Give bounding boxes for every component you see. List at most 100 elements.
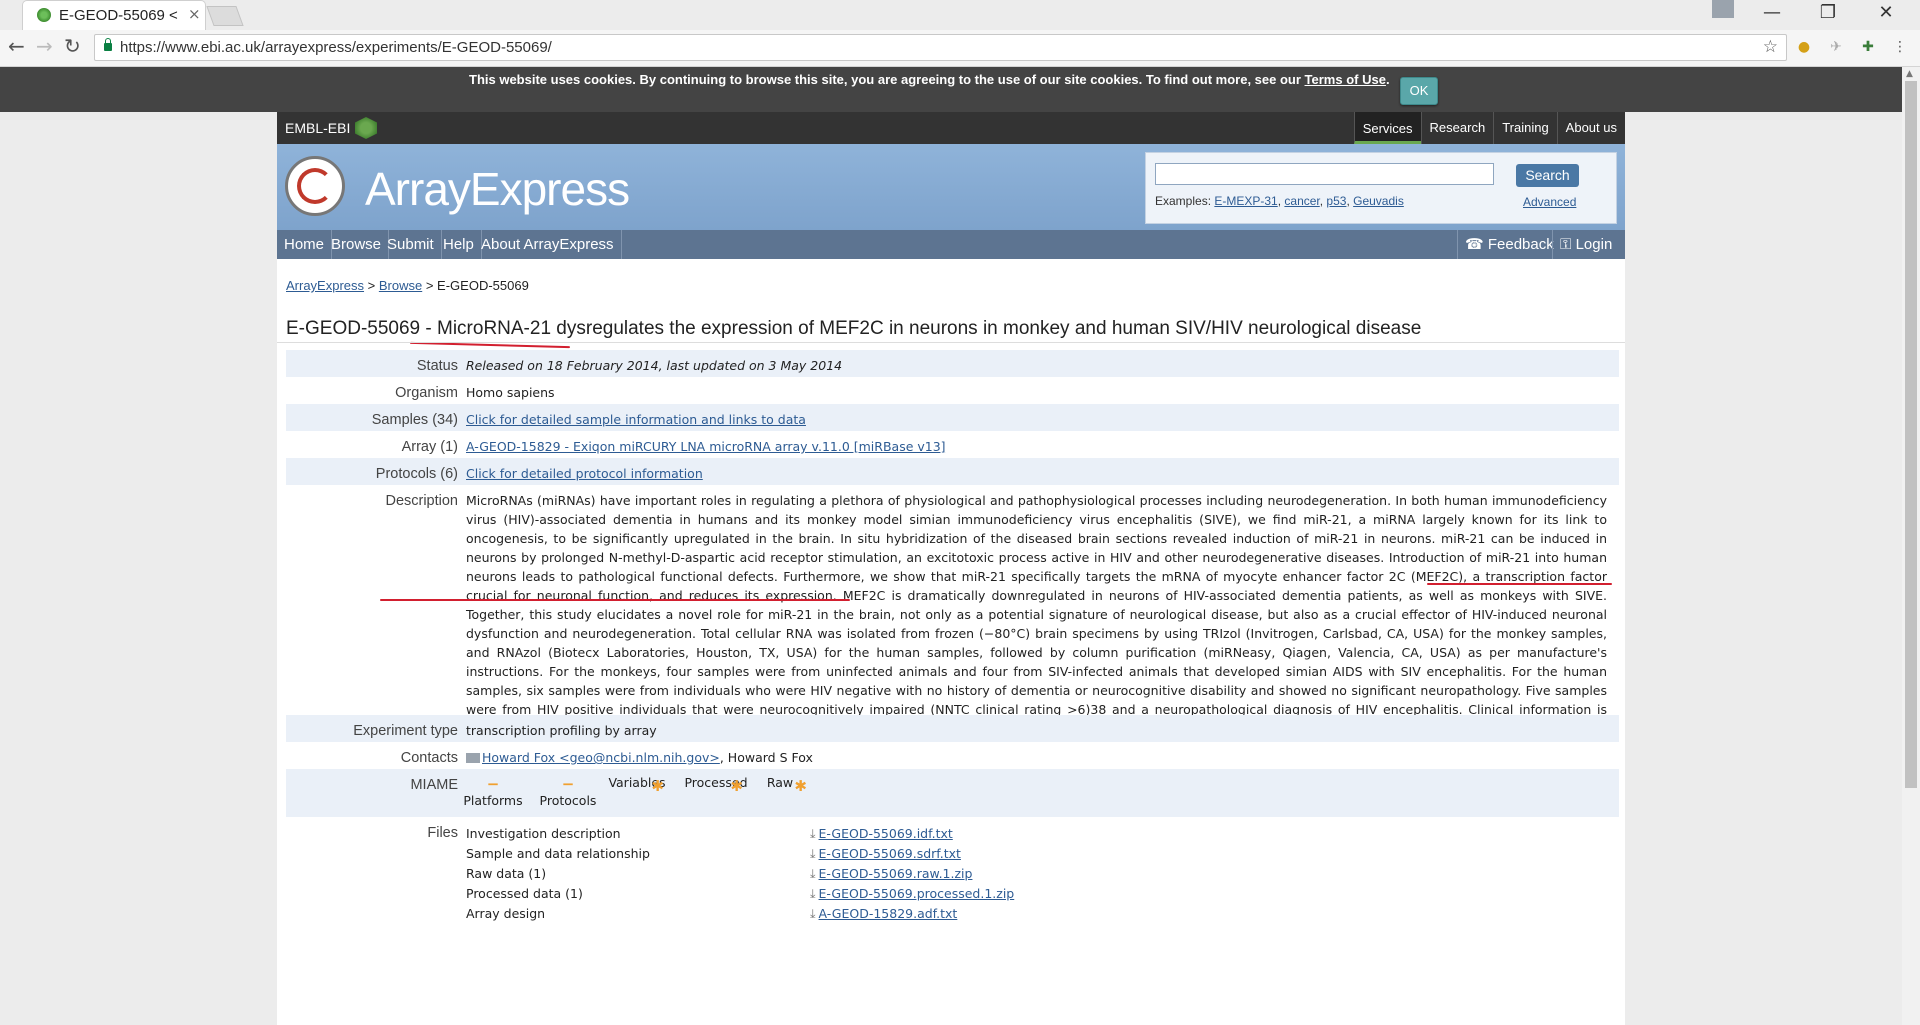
breadcrumb-browse[interactable]: Browse	[379, 278, 422, 293]
profile-icon[interactable]	[1712, 0, 1734, 18]
embl-nav-research[interactable]: Research	[1420, 112, 1494, 144]
miame-minus-icon: −	[486, 775, 500, 793]
breadcrumb-arrayexpress[interactable]: ArrayExpress	[286, 278, 364, 293]
detail-row-status: Status Released on 18 February 2014, las…	[286, 350, 1619, 377]
samples-link[interactable]: Click for detailed sample information an…	[466, 412, 806, 427]
browser-tab-active[interactable]: E-GEOD-55069 < ×	[22, 0, 206, 30]
example-link[interactable]: Geuvadis	[1353, 194, 1404, 208]
array-link[interactable]: A-GEOD-15829 - Exiqon miRCURY LNA microR…	[466, 439, 946, 454]
cookie-message: This website uses cookies. By continuing…	[469, 72, 1305, 87]
browser-tab-strip: E-GEOD-55069 < × — ❐ ✕	[0, 0, 1920, 30]
experiment-type-value: transcription profiling by array	[466, 723, 657, 738]
miame-star-icon: ✱	[730, 777, 743, 795]
detail-row-organism: Organism Homo sapiens	[286, 377, 1619, 404]
nav-about-arrayexpress[interactable]: About ArrayExpress	[474, 230, 622, 259]
search-button[interactable]: Search	[1516, 164, 1579, 187]
search-input[interactable]	[1155, 163, 1494, 185]
extension-icon[interactable]: ✚	[1859, 38, 1877, 56]
address-bar[interactable]: https://www.ebi.ac.uk/arrayexpress/exper…	[94, 34, 1787, 61]
description-label: Description	[385, 493, 458, 509]
file-label: Raw data (1)	[466, 866, 547, 881]
miame-star-icon: ✱	[794, 777, 807, 795]
status-label: Status	[416, 358, 458, 374]
arrayexpress-header: ArrayExpress Search Examples: E-MEXP-31,…	[277, 144, 1625, 230]
breadcrumb-separator: >	[422, 278, 438, 293]
embl-nav-about[interactable]: About us	[1556, 112, 1625, 144]
vertical-scrollbar[interactable]: ▲	[1902, 67, 1920, 1025]
file-label: Array design	[466, 906, 546, 921]
window-close-icon[interactable]: ✕	[1866, 2, 1906, 23]
scroll-up-icon[interactable]: ▲	[1906, 69, 1913, 79]
tab-title: E-GEOD-55069 <	[59, 7, 178, 24]
contact-email-link[interactable]: Howard Fox <geo@ncbi.nlm.nih.gov>	[482, 750, 720, 765]
mail-icon	[466, 753, 480, 763]
extension-icon[interactable]: ✈	[1827, 38, 1845, 56]
file-label: Investigation description	[466, 826, 621, 841]
file-row: Sample and data relationship E-GEOD-5506…	[466, 846, 1166, 866]
file-download-link[interactable]: E-GEOD-55069.idf.txt	[810, 826, 953, 842]
reload-icon[interactable]: ↻	[64, 34, 81, 58]
contact-name: , Howard S Fox	[719, 750, 813, 765]
file-row: Investigation description E-GEOD-55069.i…	[466, 826, 1166, 846]
extension-icon[interactable]: ●	[1795, 38, 1813, 56]
file-download-link[interactable]: E-GEOD-55069.processed.1.zip	[810, 886, 1015, 902]
back-arrow-icon[interactable]: ←	[8, 34, 25, 58]
annotation-underline	[1427, 583, 1612, 585]
miame-processed: ✱ Processed	[681, 775, 751, 795]
array-label: Array (1)	[401, 439, 458, 455]
samples-label: Samples (34)	[371, 412, 458, 428]
cookie-suffix: .	[1385, 72, 1390, 87]
file-download-link[interactable]: E-GEOD-55069.sdrf.txt	[810, 846, 961, 862]
file-download-link[interactable]: A-GEOD-15829.adf.txt	[810, 906, 958, 922]
file-row: Array design A-GEOD-15829.adf.txt	[466, 906, 1166, 926]
forward-arrow-icon[interactable]: →	[36, 34, 53, 58]
examples-label: Examples:	[1155, 194, 1215, 208]
protocols-label: Protocols (6)	[375, 466, 458, 482]
page-title: E-GEOD-55069 - MicroRNA-21 dysregulates …	[286, 318, 1422, 339]
protocols-link[interactable]: Click for detailed protocol information	[466, 466, 703, 481]
local-nav: Home Browse Submit Help About ArrayExpre…	[277, 230, 1625, 259]
feedback-icon: ☎	[1465, 236, 1488, 253]
example-link[interactable]: p53	[1326, 194, 1346, 208]
lock-icon	[104, 38, 112, 51]
nav-submit[interactable]: Submit	[380, 230, 442, 259]
cookie-text: This website uses cookies. By continuing…	[469, 72, 1390, 87]
url-text[interactable]: https://www.ebi.ac.uk/arrayexpress/exper…	[120, 39, 552, 56]
detail-row-contacts: Contacts Howard Fox <geo@ncbi.nlm.nih.go…	[286, 742, 1619, 769]
menu-icon[interactable]: ⋮	[1891, 38, 1909, 56]
example-link[interactable]: E-MEXP-31	[1214, 194, 1277, 208]
detail-row-files: Files Investigation description E-GEOD-5…	[286, 817, 1619, 937]
miame-raw: ✱ Raw	[745, 775, 815, 795]
search-examples: Examples: E-MEXP-31, cancer, p53, Geuvad…	[1155, 194, 1404, 208]
embl-nav: Services Research Training About us	[1353, 112, 1625, 144]
terms-of-use-link[interactable]: Terms of Use	[1305, 72, 1386, 87]
cookie-ok-button[interactable]: OK	[1400, 77, 1438, 105]
scrollbar-thumb[interactable]	[1905, 81, 1917, 788]
file-label: Processed data (1)	[466, 886, 583, 901]
description-text: MicroRNAs (miRNAs) have important roles …	[466, 493, 1607, 736]
miame-label: MIAME	[410, 777, 458, 793]
embl-nav-training[interactable]: Training	[1493, 112, 1556, 144]
detail-row-miame: MIAME − Platforms − Protocols ✱ Variable…	[286, 769, 1619, 817]
restore-icon[interactable]: ❐	[1808, 2, 1848, 23]
new-tab-button[interactable]	[206, 6, 244, 26]
advanced-search-link[interactable]: Advanced	[1523, 195, 1576, 209]
tab-close-icon[interactable]: ×	[188, 5, 201, 23]
embl-nav-services[interactable]: Services	[1353, 112, 1421, 144]
feedback-button[interactable]: ☎ Feedback	[1457, 230, 1561, 259]
bookmark-star-icon[interactable]: ☆	[1763, 37, 1778, 57]
organism-label: Organism	[395, 385, 458, 401]
file-download-link[interactable]: E-GEOD-55069.raw.1.zip	[810, 866, 973, 882]
cookie-banner: This website uses cookies. By continuing…	[0, 67, 1902, 112]
miame-protocols-label: Protocols	[539, 793, 597, 808]
embl-ebi-logo[interactable]: EMBL-EBI	[285, 120, 350, 136]
login-button[interactable]: ⚿ Login	[1552, 230, 1619, 259]
file-row: Processed data (1) E-GEOD-55069.processe…	[466, 886, 1166, 906]
miame-star-icon: ✱	[651, 777, 664, 795]
arrayexpress-logo-icon[interactable]	[285, 156, 345, 216]
example-link[interactable]: cancer	[1284, 194, 1319, 208]
file-label: Sample and data relationship	[466, 846, 650, 861]
minimize-icon[interactable]: —	[1752, 2, 1792, 23]
detail-row-protocols: Protocols (6) Click for detailed protoco…	[286, 458, 1619, 485]
miame-platforms-label: Platforms	[463, 793, 523, 808]
